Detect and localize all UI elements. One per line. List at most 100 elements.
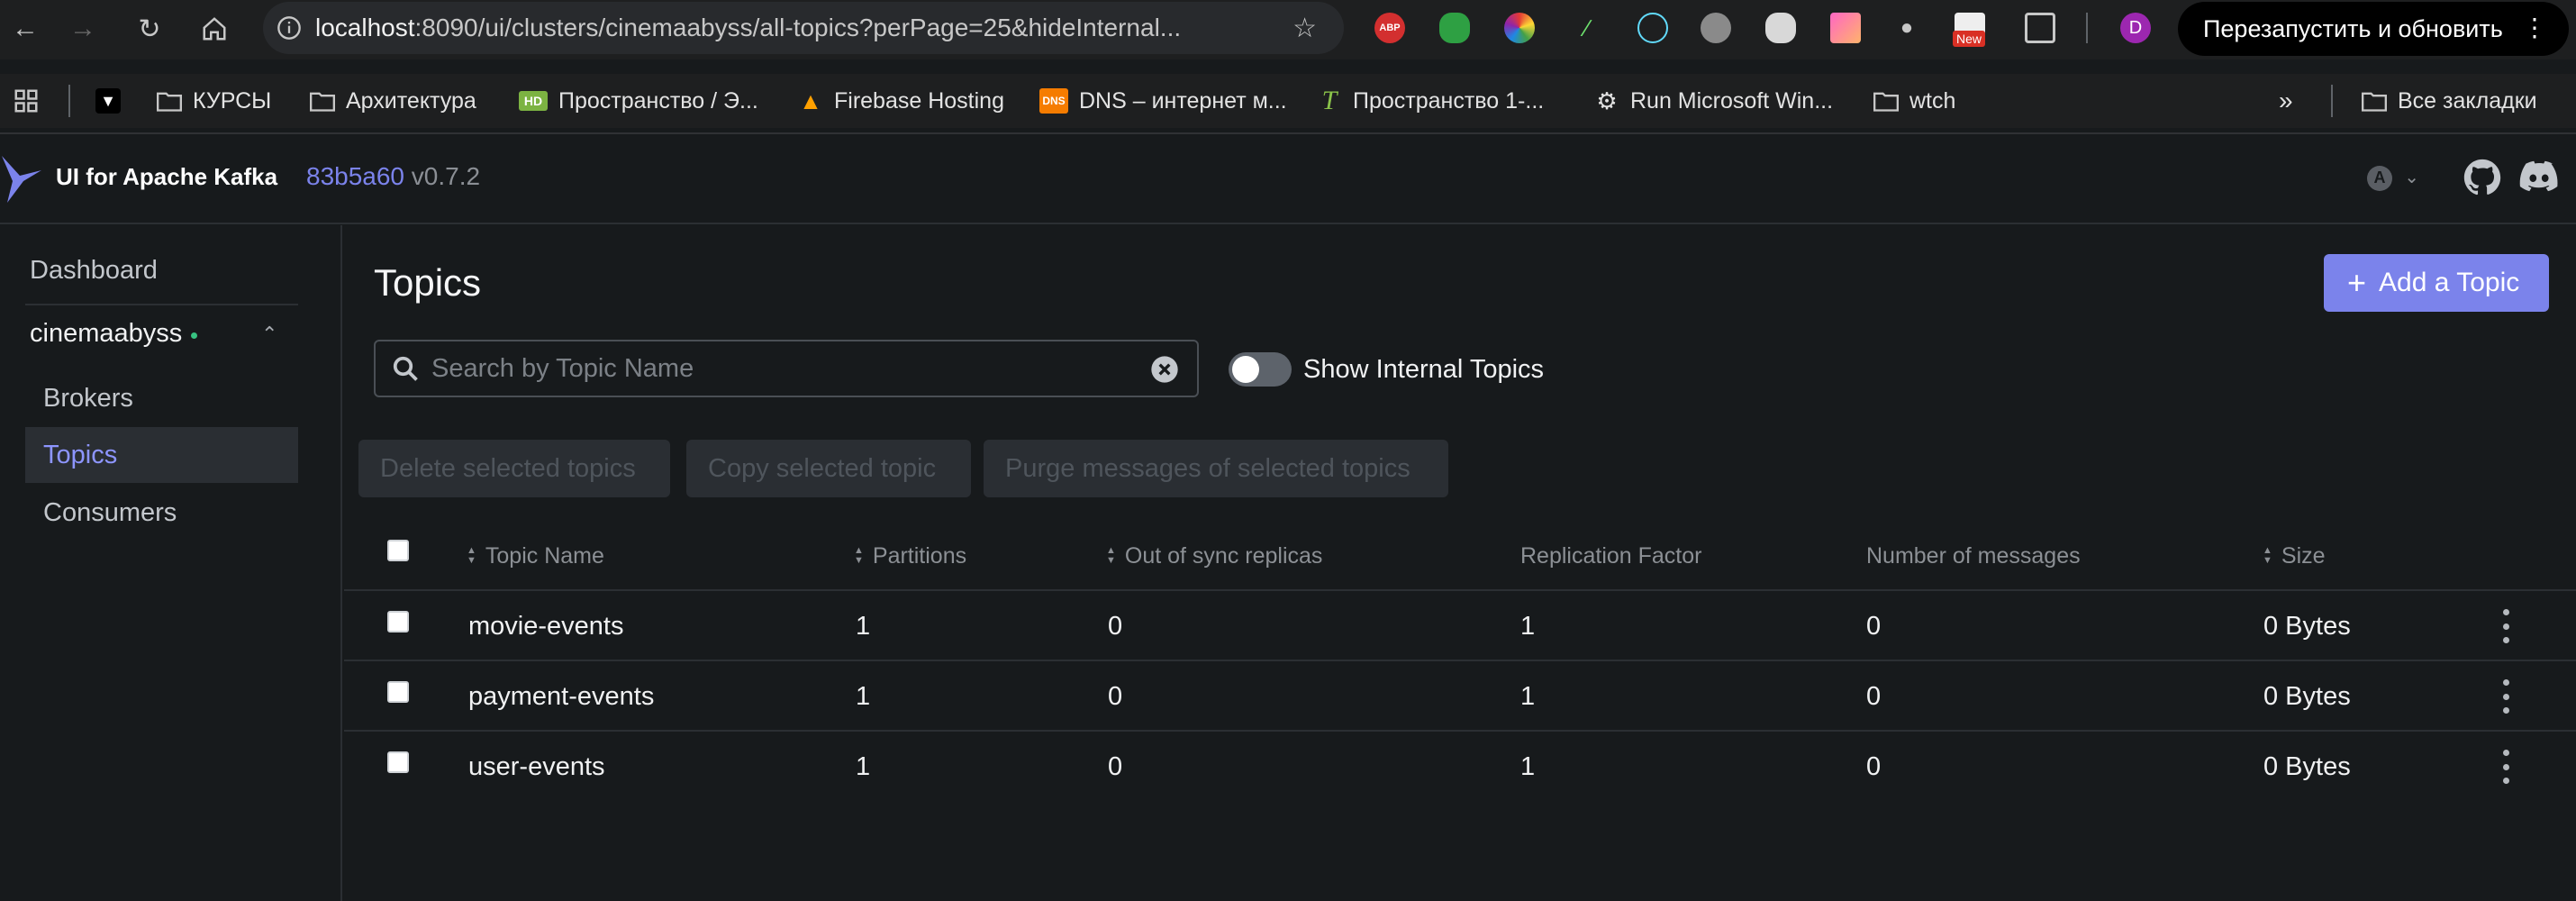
more-bookmarks-chevron-icon[interactable]: »	[2279, 83, 2293, 119]
column-label: Replication Factor	[1520, 542, 1702, 569]
sidebar-item-topics[interactable]: Topics	[25, 427, 298, 483]
toolbar-divider	[2086, 13, 2088, 43]
toggle-knob	[1232, 356, 1259, 383]
replication-cell: 1	[1520, 751, 1536, 781]
cluster-status-dot	[191, 332, 198, 339]
chevron-up-icon[interactable]: ⌃	[261, 323, 277, 346]
folder-icon	[1873, 88, 1899, 114]
sort-icon: ▲ ▼	[2263, 545, 2272, 566]
bookmark-run-microsoft[interactable]: ⚙ Run Microsoft Win...	[1594, 83, 1833, 119]
search-icon	[392, 355, 419, 382]
copy-selected-button[interactable]: Copy selected topic	[686, 440, 971, 497]
sidebar-cluster[interactable]: cinemaabyss	[30, 319, 198, 349]
version-number: v0.7.2	[411, 162, 481, 190]
bookmark-dns[interactable]: DNS DNS – интернет м...	[1039, 83, 1287, 119]
vercel-bookmark-icon[interactable]: ▼	[95, 83, 121, 119]
evernote-icon[interactable]	[1439, 13, 1470, 43]
apps-grid-icon[interactable]	[13, 83, 40, 119]
table-row[interactable]: movie-events 1 0 1 0 0 Bytes	[344, 589, 2576, 660]
bookmark-kursy[interactable]: КУРСЫ	[157, 83, 271, 119]
col-topic-name[interactable]: ▲ ▼ Topic Name	[467, 523, 604, 589]
react-devtools-icon[interactable]	[1637, 13, 1668, 43]
sidebar-item-consumers[interactable]: Consumers	[25, 485, 298, 541]
bookmark-label: Архитектура	[346, 87, 476, 114]
size-cell: 0 Bytes	[2263, 681, 2351, 711]
replication-cell: 1	[1520, 681, 1536, 711]
extension-blob-icon[interactable]	[1765, 13, 1796, 43]
search-input[interactable]	[431, 353, 1134, 384]
bookmark-label: КУРСЫ	[193, 87, 272, 114]
version-hash-link[interactable]: 83b5a60	[306, 162, 404, 190]
eyedropper-icon[interactable]: ∕	[1572, 13, 1602, 43]
bookmark-prostranstvo-e[interactable]: HD Пространство / Э...	[519, 83, 758, 119]
folder-icon	[2362, 88, 2387, 114]
app-brand[interactable]: UI for Apache Kafka	[56, 163, 277, 191]
dns-icon: DNS	[1039, 88, 1068, 114]
url-text: localhost:8090/ui/clusters/cinemaabyss/a…	[315, 14, 1182, 41]
user-menu[interactable]: A ⌄	[2367, 161, 2419, 191]
column-label: Size	[2281, 542, 2326, 569]
sidebar-item-dashboard[interactable]: Dashboard	[25, 242, 298, 298]
bookmark-label: DNS – интернет м...	[1079, 87, 1287, 114]
topic-name-link[interactable]: payment-events	[468, 661, 654, 732]
kafka-logo-icon[interactable]	[0, 150, 45, 205]
select-all-checkbox[interactable]	[387, 540, 409, 561]
discord-icon[interactable]	[2518, 158, 2558, 197]
column-label: Partitions	[872, 542, 967, 569]
reload-icon[interactable]: ↻	[124, 4, 175, 54]
table-row[interactable]: payment-events 1 0 1 0 0 Bytes	[344, 660, 2576, 730]
extension-gradient-icon[interactable]	[1830, 13, 1861, 43]
extension-bike-icon[interactable]: ●	[1891, 13, 1922, 43]
bookmark-arkhitektura[interactable]: Архитектура	[310, 83, 476, 119]
github-icon[interactable]	[2463, 158, 2502, 197]
row-menu-icon[interactable]	[2497, 609, 2515, 643]
hd-icon: HD	[519, 91, 548, 111]
messages-cell: 0	[1866, 681, 1882, 711]
row-menu-icon[interactable]	[2497, 679, 2515, 714]
all-bookmarks-button[interactable]: Все закладки	[2362, 83, 2537, 119]
topic-name-link[interactable]: user-events	[468, 732, 605, 802]
delete-selected-button[interactable]: Delete selected topics	[358, 440, 670, 497]
column-label: Number of messages	[1866, 542, 2081, 569]
bookmark-prostranstvo-1[interactable]: T Пространство 1-...	[1317, 83, 1545, 119]
col-out-of-sync[interactable]: ▲ ▼ Out of sync replicas	[1106, 523, 1322, 589]
partitions-cell: 1	[856, 611, 871, 641]
cluster-name: cinemaabyss	[30, 319, 183, 348]
col-size[interactable]: ▲ ▼ Size	[2263, 523, 2326, 589]
extension-new-icon[interactable]: New	[1953, 13, 1986, 47]
color-picker-icon[interactable]	[1504, 13, 1535, 43]
sort-icon: ▲ ▼	[467, 545, 476, 566]
bookmark-star-icon[interactable]: ☆	[1293, 13, 1317, 44]
site-info-icon[interactable]	[263, 2, 315, 54]
adblock-icon[interactable]: ABP	[1374, 13, 1405, 43]
bookmark-label: Firebase Hosting	[834, 87, 1004, 114]
row-checkbox[interactable]	[387, 751, 409, 773]
purge-messages-button[interactable]: Purge messages of selected topics	[984, 440, 1448, 497]
forward-icon[interactable]: →	[58, 4, 108, 54]
more-vert-icon[interactable]: ⋮	[2522, 13, 2547, 42]
folder-icon	[157, 88, 182, 114]
sidebar-item-brokers[interactable]: Brokers	[25, 370, 298, 426]
row-checkbox[interactable]	[387, 681, 409, 703]
col-partitions[interactable]: ▲ ▼ Partitions	[854, 523, 966, 589]
home-icon[interactable]	[189, 4, 240, 54]
clear-search-icon[interactable]	[1150, 355, 1179, 384]
extensions-puzzle-icon[interactable]	[2025, 13, 2055, 43]
bookmark-firebase[interactable]: ▲ Firebase Hosting	[798, 83, 1004, 119]
out-of-sync-cell: 0	[1108, 611, 1123, 641]
back-icon[interactable]: ←	[0, 4, 50, 54]
address-bar[interactable]: localhost:8090/ui/clusters/cinemaabyss/a…	[263, 2, 1344, 54]
row-checkbox[interactable]	[387, 611, 409, 633]
row-menu-icon[interactable]	[2497, 750, 2515, 784]
extension-gray-icon[interactable]	[1701, 13, 1731, 43]
user-avatar-icon: A	[2367, 165, 2392, 191]
toggle-label: Show Internal Topics	[1303, 355, 1545, 384]
add-topic-button[interactable]: + Add a Topic	[2324, 254, 2549, 312]
profile-avatar[interactable]: D	[2120, 13, 2151, 43]
bookmark-wtch[interactable]: wtch	[1873, 83, 1955, 119]
restart-update-button[interactable]: Перезапустить и обновить ⋮	[2178, 2, 2569, 56]
topic-name-link[interactable]: movie-events	[468, 591, 623, 661]
table-row[interactable]: user-events 1 0 1 0 0 Bytes	[344, 730, 2576, 800]
show-internal-topics-toggle[interactable]	[1229, 352, 1292, 387]
browser-toolbar: ← → ↻ localhost:8090/ui/clusters/cinemaa…	[0, 0, 2576, 59]
